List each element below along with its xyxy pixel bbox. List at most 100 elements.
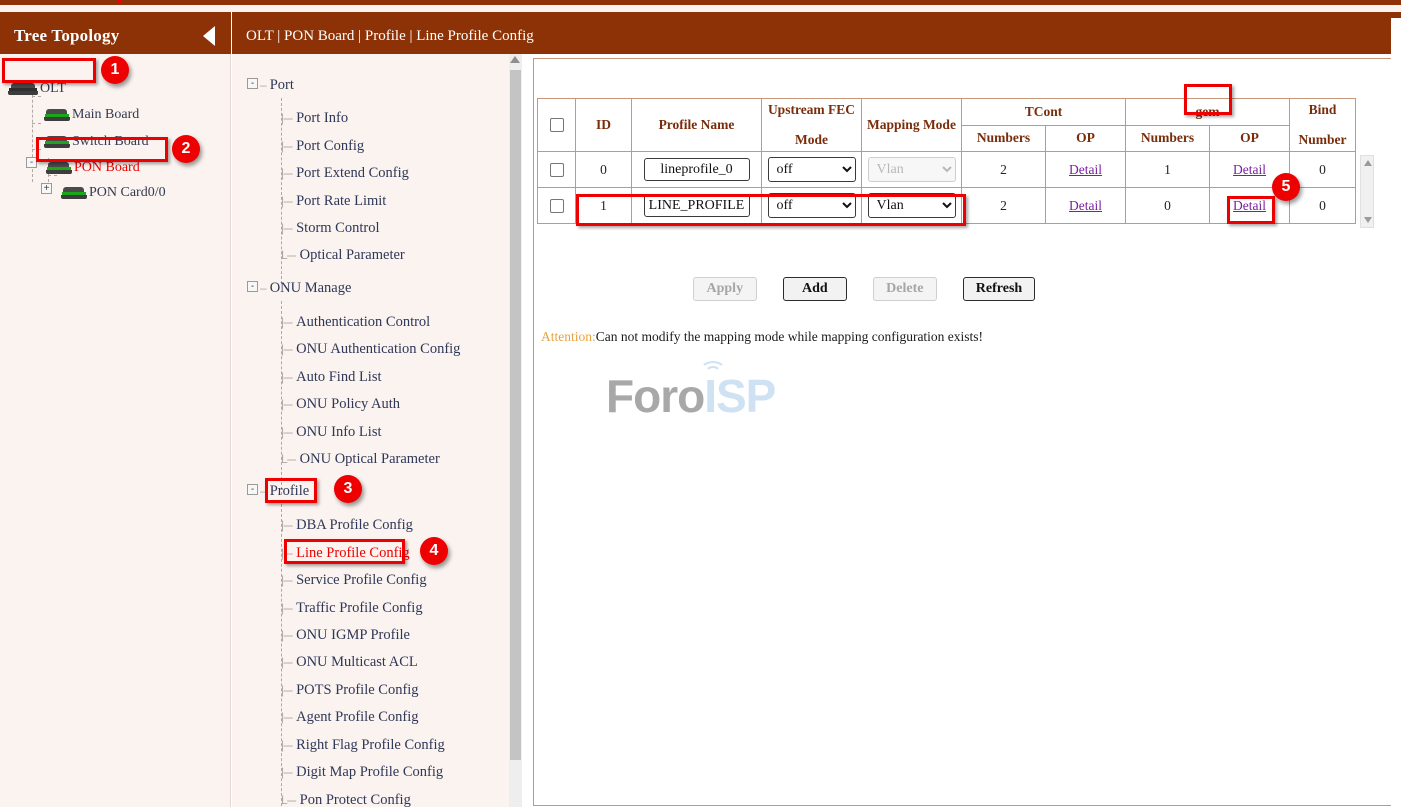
nav-expander-port[interactable]: - <box>247 78 258 89</box>
tree-node-main-board[interactable]: Main Board <box>44 104 139 126</box>
cell-gem-numbers: 1 <box>1126 152 1210 188</box>
nav-expander-onu-manage[interactable]: - <box>247 281 258 292</box>
nav-item-onu-multicast-acl[interactable]: |--- ONU Multicast ACL <box>281 652 418 672</box>
content-area: ID Profile Name Upstream FEC Mode Mappin… <box>533 58 1391 806</box>
tree-topology-header: Tree Topology <box>0 18 231 54</box>
nav-item-label: Auto Find List <box>296 369 381 386</box>
nav-item-port-info[interactable]: |--- Port Info <box>281 108 348 128</box>
nav-group-port[interactable]: – Port <box>260 75 294 95</box>
gem-detail-link[interactable]: Detail <box>1233 198 1266 213</box>
nav-item-pots-profile-config[interactable]: |--- POTS Profile Config <box>281 680 419 700</box>
nav-dash-icon: L--- <box>281 793 296 807</box>
col-upstream-fec-line1: Upstream FEC <box>766 102 857 118</box>
table-header-row-1: ID Profile Name Upstream FEC Mode Mappin… <box>538 99 1356 126</box>
annotation-badge-4: 4 <box>420 537 448 565</box>
table-row: 1 off Vlan <box>538 188 1356 224</box>
nav-item-label: Right Flag Profile Config <box>296 737 445 754</box>
nav-item-port-config[interactable]: |--- Port Config <box>281 136 364 156</box>
profile-name-input[interactable] <box>644 194 750 217</box>
gem-detail-link[interactable]: Detail <box>1233 162 1266 177</box>
nav-item-port-rate-limit[interactable]: |--- Port Rate Limit <box>281 191 386 211</box>
nav-item-port-extend-config[interactable]: |--- Port Extend Config <box>281 163 409 183</box>
nav-dash-icon: |--- <box>281 166 292 180</box>
tree-expander-pon-board[interactable]: - <box>26 157 37 168</box>
tree-node-olt[interactable]: OLT <box>8 78 66 100</box>
nav-item-dba-profile-config[interactable]: |--- DBA Profile Config <box>281 515 413 535</box>
nav-scrollbar[interactable] <box>509 54 522 807</box>
tree-node-label: OLT <box>40 81 66 97</box>
nav-item-service-profile-config[interactable]: |--- Service Profile Config <box>281 570 427 590</box>
nav-item-line-profile-config[interactable]: |--- Line Profile Config <box>281 543 410 563</box>
mapping-mode-select[interactable]: Vlan <box>868 193 956 218</box>
nav-item-authentication-control[interactable]: |--- Authentication Control <box>281 312 430 332</box>
nav-item-storm-control[interactable]: |--- Storm Control <box>281 218 380 238</box>
tree-node-pon-board[interactable]: PON Board <box>46 157 140 179</box>
triangle-left-icon[interactable] <box>203 26 215 46</box>
nav-item-onu-info-list[interactable]: |--- ONU Info List <box>281 422 382 442</box>
row-checkbox[interactable] <box>550 199 564 213</box>
cell-id: 1 <box>576 188 632 224</box>
nav-group-onu-manage[interactable]: – ONU Manage <box>260 278 351 298</box>
tree-expander-pon-card[interactable]: + <box>41 183 52 194</box>
device-shelf-icon <box>44 136 70 149</box>
nav-item-onu-policy-auth[interactable]: |--- ONU Policy Auth <box>281 394 400 414</box>
apply-button[interactable]: Apply <box>693 277 757 301</box>
nav-expander-profile[interactable]: - <box>247 484 258 495</box>
nav-dash-icon: |--- <box>281 765 292 779</box>
scroll-down-arrow-icon[interactable] <box>1364 217 1372 223</box>
delete-button[interactable]: Delete <box>873 277 937 301</box>
scroll-up-arrow-icon[interactable] <box>1364 160 1372 166</box>
tree-connector-dash <box>32 149 41 150</box>
wifi-signal-icon <box>694 355 734 377</box>
nav-group-label: Port <box>270 77 294 94</box>
cell-upstream-fec: off <box>762 152 862 188</box>
nav-dash-icon: |--- <box>281 111 292 125</box>
cell-id: 0 <box>576 152 632 188</box>
nav-item-optical-parameter[interactable]: L--- Optical Parameter <box>281 245 405 265</box>
nav-item-label: ONU Authentication Config <box>296 341 460 358</box>
nav-item-label: Line Profile Config <box>296 545 410 562</box>
tree-node-pon-card[interactable]: PON Card0/0 <box>61 182 166 204</box>
upstream-fec-select[interactable]: off <box>768 157 856 182</box>
nav-item-label: Service Profile Config <box>296 572 426 589</box>
nav-item-label: Port Config <box>296 138 364 155</box>
device-shelf-icon <box>46 162 72 175</box>
upstream-fec-select[interactable]: off <box>768 193 856 218</box>
nav-scrollbar-thumb[interactable] <box>510 70 521 760</box>
col-gem-numbers: Numbers <box>1126 125 1210 152</box>
nav-item-traffic-profile-config[interactable]: |--- Traffic Profile Config <box>281 598 423 618</box>
cell-gem-numbers: 0 <box>1126 188 1210 224</box>
nav-item-right-flag-profile-config[interactable]: |--- Right Flag Profile Config <box>281 735 445 755</box>
nav-group-profile[interactable]: – Profile <box>260 481 309 501</box>
scroll-up-arrow-icon[interactable] <box>510 56 520 63</box>
device-shelf-icon <box>44 109 70 122</box>
col-mapping-mode: Mapping Mode <box>862 99 962 152</box>
nav-item-onu-optical-parameter[interactable]: L--- ONU Optical Parameter <box>281 449 440 469</box>
refresh-button[interactable]: Refresh <box>963 277 1035 301</box>
table-scrollbar[interactable] <box>1360 155 1374 228</box>
tcont-detail-link[interactable]: Detail <box>1069 198 1102 213</box>
select-all-checkbox[interactable] <box>550 118 564 132</box>
profile-name-input[interactable] <box>644 158 750 181</box>
nav-item-onu-authentication-config[interactable]: |--- ONU Authentication Config <box>281 339 460 359</box>
nav-item-label: POTS Profile Config <box>296 682 418 699</box>
nav-item-label: ONU Optical Parameter <box>300 451 440 468</box>
attention-text: Can not modify the mapping mode while ma… <box>596 329 983 344</box>
top-bar-indicator <box>117 0 122 3</box>
mapping-mode-select: Vlan <box>868 157 956 182</box>
breadcrumb: OLT | PON Board | Profile | Line Profile… <box>232 18 1391 54</box>
nav-item-onu-igmp-profile[interactable]: |--- ONU IGMP Profile <box>281 625 410 645</box>
nav-dash-icon: |--- <box>281 397 292 411</box>
nav-item-label: Traffic Profile Config <box>296 600 422 617</box>
nav-dash-icon: |--- <box>281 546 292 560</box>
nav-item-digit-map-profile-config[interactable]: |--- Digit Map Profile Config <box>281 762 443 782</box>
nav-item-agent-profile-config[interactable]: |--- Agent Profile Config <box>281 707 419 727</box>
tree-node-switch-board[interactable]: Switch Board <box>44 131 149 153</box>
nav-dash-icon: |--- <box>281 628 292 642</box>
nav-item-pon-protect-config[interactable]: L--- Pon Protect Config <box>281 790 411 807</box>
row-checkbox[interactable] <box>550 163 564 177</box>
col-profile-name: Profile Name <box>632 99 762 152</box>
tcont-detail-link[interactable]: Detail <box>1069 162 1102 177</box>
add-button[interactable]: Add <box>783 277 847 301</box>
nav-item-auto-find-list[interactable]: |--- Auto Find List <box>281 367 382 387</box>
